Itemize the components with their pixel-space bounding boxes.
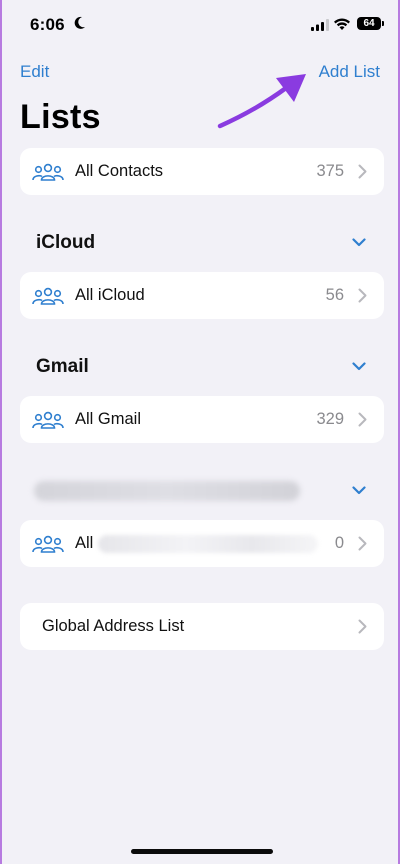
edit-button[interactable]: Edit [20,62,49,82]
cellular-signal-icon [311,19,329,31]
section-header-redacted [34,481,300,501]
row-label: All Contacts [75,162,164,180]
page-title: Lists [20,98,101,136]
all-contacts-row[interactable]: All Contacts 375 [20,148,384,195]
moon-icon [74,16,85,29]
group-icon [32,411,64,429]
wifi-icon [334,18,350,30]
all-gmail-row[interactable]: All Gmail 329 [20,396,384,443]
chevron-right-icon [358,536,367,551]
row-label: All iCloud [75,286,145,304]
chevron-down-icon[interactable] [352,238,366,247]
redacted-account-name [98,534,319,553]
status-bar: 6:06 64 [2,0,398,52]
row-count: 375 [316,162,344,180]
contacts-lists-screen: 6:06 64 Edit Add List Lists All Contacts… [0,0,400,864]
group-icon [32,163,64,181]
row-count: 56 [325,286,344,304]
row-label: Global Address List [42,617,185,635]
add-list-button[interactable]: Add List [319,62,380,82]
status-time: 6:06 [30,15,65,34]
row-count: 0 [334,534,344,552]
annotation-arrow-icon [217,74,306,129]
section-header-gmail: Gmail [36,356,89,377]
group-icon [32,287,64,305]
home-indicator [131,849,273,854]
group-icon [32,535,64,553]
global-address-list-row[interactable]: Global Address List [20,603,384,650]
all-icloud-row[interactable]: All iCloud 56 [20,272,384,319]
chevron-right-icon [358,288,367,303]
chevron-down-icon[interactable] [352,362,366,371]
chevron-down-icon[interactable] [352,486,366,495]
battery-indicator: 64 [357,17,384,30]
all-redacted-account-row[interactable]: All 0 [20,520,384,567]
section-header-icloud: iCloud [36,232,96,253]
row-label: All [75,534,94,552]
chevron-right-icon [358,412,367,427]
chevron-right-icon [358,164,367,179]
row-count: 329 [316,410,344,428]
chevron-right-icon [358,619,367,634]
row-label: All Gmail [75,410,142,428]
